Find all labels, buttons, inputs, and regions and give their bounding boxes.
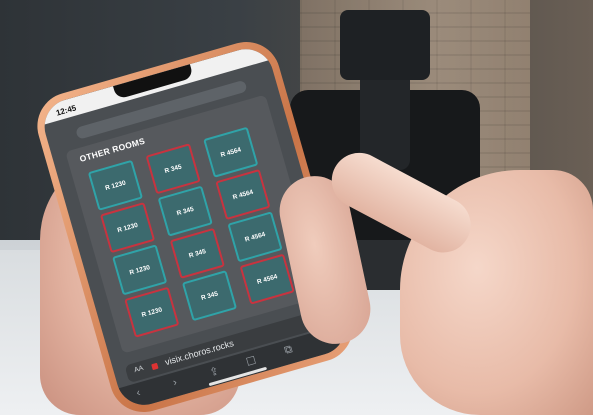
room-tile[interactable]: R 4564 [215, 168, 271, 221]
lock-icon [151, 362, 159, 371]
room-tile[interactable]: R 4564 [239, 253, 295, 305]
aa-button[interactable]: AA [133, 365, 144, 374]
room-tile[interactable]: R 345 [181, 270, 238, 322]
room-tile[interactable]: R 1230 [87, 159, 144, 211]
room-tile[interactable]: R 345 [169, 227, 225, 279]
room-tile[interactable]: R 345 [145, 143, 201, 195]
room-tile[interactable]: R 1230 [112, 244, 168, 296]
back-icon[interactable]: ‹ [135, 387, 142, 400]
chair-back [340, 10, 430, 80]
tabs-icon[interactable]: ⧉ [283, 343, 294, 358]
share-icon[interactable]: ⇪ [208, 364, 220, 379]
book-icon[interactable]: ☐ [245, 354, 258, 369]
room-tile[interactable]: R 1230 [124, 286, 180, 338]
panel-title: OTHER ROOMS [78, 135, 147, 164]
forward-icon[interactable]: › [172, 376, 179, 389]
photo-scene: 12:45 OTHER ROOMS R 1230 R 345 R 4564 R 123… [0, 0, 593, 415]
room-tile[interactable]: R 345 [157, 185, 213, 237]
room-tile[interactable]: R 4564 [227, 211, 283, 263]
room-tile[interactable]: R 4564 [203, 126, 259, 178]
room-tile[interactable]: R 1230 [99, 202, 156, 254]
